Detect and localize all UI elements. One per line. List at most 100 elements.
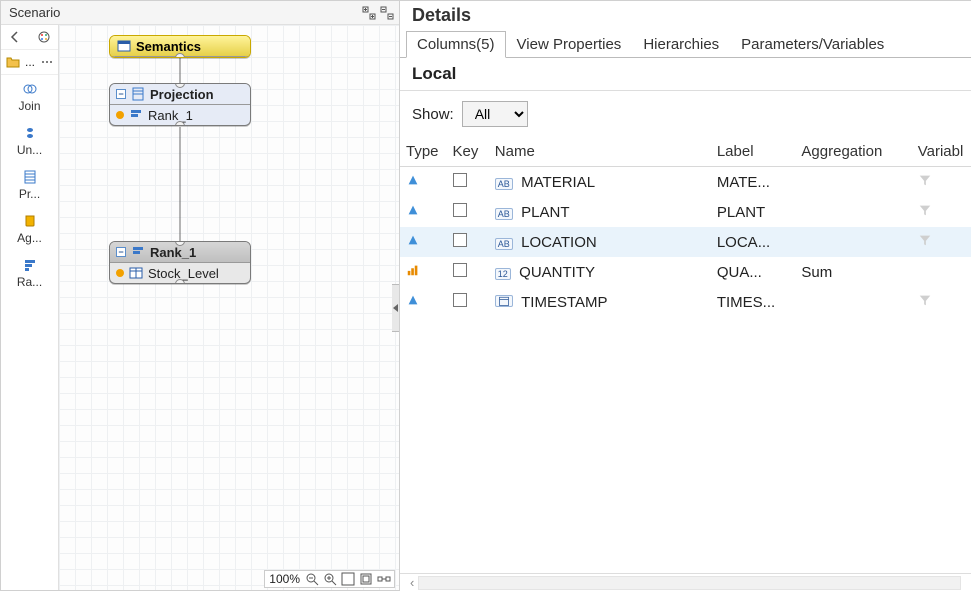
label-cell[interactable]: MATE... — [711, 167, 796, 198]
palette-label: Pr... — [19, 187, 40, 201]
tab-hierarchies[interactable]: Hierarchies — [632, 31, 730, 58]
table-row[interactable]: 12 QUANTITYQUA...Sum — [400, 257, 971, 287]
key-checkbox[interactable] — [447, 257, 489, 287]
aggregation-cell[interactable] — [795, 227, 911, 257]
zoom-actual-icon[interactable] — [358, 571, 374, 587]
col-header-type[interactable]: Type — [400, 137, 447, 167]
tab-parameters-variables[interactable]: Parameters/Variables — [730, 31, 895, 58]
table-row[interactable]: TIMESTAMP TIMES... — [400, 287, 971, 317]
canvas-zoom-toolbar: 100% — [264, 570, 395, 588]
variable-filter-cell[interactable] — [912, 167, 971, 198]
key-checkbox[interactable] — [447, 227, 489, 257]
variable-filter-cell[interactable] — [912, 257, 971, 287]
dtype-timestamp-icon — [495, 295, 513, 307]
table-row[interactable]: AB LOCATIONLOCA... — [400, 227, 971, 257]
aggregation-cell[interactable] — [795, 167, 911, 198]
rank-icon — [22, 257, 38, 273]
zoom-in-icon[interactable] — [322, 571, 338, 587]
name-cell[interactable]: 12 QUANTITY — [489, 257, 711, 287]
name-cell[interactable]: AB LOCATION — [489, 227, 711, 257]
palette-item-join[interactable]: Join — [1, 75, 58, 119]
label-cell[interactable]: QUA... — [711, 257, 796, 287]
horizontal-scrollbar[interactable]: ‹ — [400, 573, 971, 591]
scenario-palette: ... Join Un... Pr... Ag... Ra... — [1, 25, 59, 590]
measure-icon — [400, 257, 447, 287]
name-cell[interactable]: TIMESTAMP — [489, 287, 711, 317]
bullet-icon — [116, 269, 124, 277]
label-cell[interactable]: LOCA... — [711, 227, 796, 257]
scenario-canvas[interactable]: Semantics − Projection Rank_1 — [59, 25, 399, 590]
aggregation-cell[interactable]: Sum — [795, 257, 911, 287]
filter-icon — [918, 294, 932, 311]
show-select[interactable]: All — [462, 101, 528, 127]
label-cell[interactable]: PLANT — [711, 197, 796, 227]
filter-icon — [918, 204, 932, 221]
layout-icon[interactable] — [376, 571, 392, 587]
key-checkbox[interactable] — [447, 167, 489, 198]
folder-icon[interactable] — [5, 54, 21, 70]
collapse-icon[interactable]: − — [116, 89, 126, 99]
attr-icon — [400, 167, 447, 198]
scrollbar-track[interactable] — [418, 576, 961, 590]
collapse-tree-icon[interactable] — [379, 5, 395, 21]
port-icon[interactable] — [175, 279, 185, 284]
name-cell[interactable]: AB MATERIAL — [489, 167, 711, 198]
aggregation-icon — [22, 213, 38, 229]
tab-view-properties[interactable]: View Properties — [506, 31, 633, 58]
label-cell[interactable]: TIMES... — [711, 287, 796, 317]
projection-icon — [130, 86, 146, 102]
palette-strip-more[interactable]: ... — [25, 55, 35, 69]
col-header-aggregation[interactable]: Aggregation — [795, 137, 911, 167]
col-header-name[interactable]: Name — [489, 137, 711, 167]
expand-tree-icon[interactable] — [361, 5, 377, 21]
variable-filter-cell[interactable] — [912, 287, 971, 317]
palette-item-union[interactable]: Un... — [1, 119, 58, 163]
col-header-variable[interactable]: Variabl — [912, 137, 971, 167]
name-text: PLANT — [521, 204, 569, 221]
more-icon[interactable] — [39, 54, 55, 70]
aggregation-cell[interactable] — [795, 287, 911, 317]
variable-filter-cell[interactable] — [912, 227, 971, 257]
aggregation-cell[interactable] — [795, 197, 911, 227]
col-header-label[interactable]: Label — [711, 137, 796, 167]
port-icon[interactable] — [175, 121, 185, 126]
palette-color-icon[interactable] — [36, 29, 52, 45]
palette-item-rank[interactable]: Ra... — [1, 251, 58, 295]
name-cell[interactable]: AB PLANT — [489, 197, 711, 227]
tab-columns[interactable]: Columns(5) — [406, 31, 506, 58]
key-checkbox[interactable] — [447, 287, 489, 317]
zoom-level: 100% — [267, 572, 302, 586]
scenario-header: Scenario — [1, 1, 399, 25]
union-icon — [22, 125, 38, 141]
zoom-fit-icon[interactable] — [340, 571, 356, 587]
attr-icon — [400, 287, 447, 317]
node-child-label: Stock_Level — [148, 266, 219, 281]
palette-item-projection[interactable]: Pr... — [1, 163, 58, 207]
chevron-left-icon — [393, 304, 398, 312]
node-projection[interactable]: − Projection Rank_1 — [109, 83, 251, 126]
palette-item-aggregation[interactable]: Ag... — [1, 207, 58, 251]
palette-label: Un... — [17, 143, 42, 157]
back-icon[interactable] — [7, 29, 23, 45]
collapse-icon[interactable]: − — [116, 247, 126, 257]
palette-label: Join — [18, 99, 40, 113]
dtype-text-icon: AB — [495, 208, 513, 220]
splitter-handle[interactable] — [392, 284, 399, 332]
variable-filter-cell[interactable] — [912, 197, 971, 227]
palette-label: Ra... — [17, 275, 42, 289]
node-semantics[interactable]: Semantics — [109, 35, 251, 58]
node-title: Semantics — [136, 39, 201, 54]
join-icon — [22, 81, 38, 97]
name-text: TIMESTAMP — [521, 294, 607, 311]
node-rank1[interactable]: − Rank_1 Stock_Level — [109, 241, 251, 284]
table-row[interactable]: AB MATERIALMATE... — [400, 167, 971, 198]
table-row[interactable]: AB PLANTPLANT — [400, 197, 971, 227]
rank-icon — [130, 244, 146, 260]
columns-panel: Local Show: All Type Key Name Label Aggr — [400, 58, 971, 591]
zoom-out-icon[interactable] — [304, 571, 320, 587]
key-checkbox[interactable] — [447, 197, 489, 227]
port-icon[interactable] — [175, 53, 185, 58]
col-header-key[interactable]: Key — [447, 137, 489, 167]
chevron-left-icon[interactable]: ‹ — [410, 575, 414, 590]
dtype-text-icon: AB — [495, 238, 513, 250]
